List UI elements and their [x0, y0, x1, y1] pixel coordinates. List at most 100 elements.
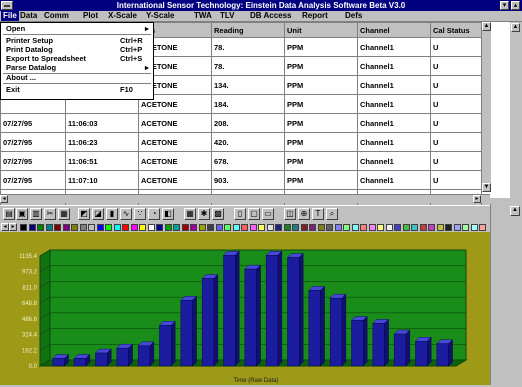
- scroll-up-button[interactable]: ▲: [482, 22, 491, 31]
- open-file-icon[interactable]: ▤: [3, 208, 15, 220]
- border-icon[interactable]: ▭: [262, 208, 274, 220]
- color-swatch[interactable]: [190, 224, 197, 231]
- color-swatch[interactable]: [173, 224, 180, 231]
- print-icon[interactable]: ▥: [30, 208, 42, 220]
- table-row[interactable]: 07/27/95 11:06:23 ACETONE 420. PPM Channel1 U: [0, 132, 482, 152]
- table-cell[interactable]: U: [430, 94, 482, 114]
- color-swatch[interactable]: [122, 224, 129, 231]
- pie-chart-icon[interactable]: ◔: [148, 208, 160, 220]
- table-cell[interactable]: U: [430, 132, 482, 152]
- table-cell[interactable]: 07/27/95: [0, 170, 66, 190]
- color-swatch[interactable]: [207, 224, 214, 231]
- table-cell[interactable]: 07/27/95: [0, 151, 66, 171]
- color-swatch[interactable]: [105, 224, 112, 231]
- color-swatch[interactable]: [309, 224, 316, 231]
- color-swatch[interactable]: [428, 224, 435, 231]
- bar-chart-icon[interactable]: ▮: [106, 208, 118, 220]
- color-swatch[interactable]: [20, 224, 27, 231]
- table-cell[interactable]: 11:06:23: [65, 132, 139, 152]
- color-swatch[interactable]: [479, 224, 486, 231]
- color-swatch[interactable]: [88, 224, 95, 231]
- chart-icon[interactable]: ◩: [78, 208, 90, 220]
- grid-horizontal-scrollbar[interactable]: ◂ ▸: [0, 194, 490, 203]
- scroll-down-button[interactable]: ▼: [482, 183, 491, 192]
- table-cell[interactable]: 78.: [211, 56, 285, 76]
- color-swatch[interactable]: [45, 224, 53, 231]
- color-swatch[interactable]: [394, 224, 401, 231]
- file-menu-item[interactable]: Exit F10: [2, 85, 152, 94]
- menu-defs[interactable]: Defs: [345, 11, 362, 21]
- table-cell[interactable]: 420.: [211, 132, 285, 152]
- color-swatch[interactable]: [292, 224, 299, 231]
- color-swatch[interactable]: [368, 224, 376, 231]
- title-icon[interactable]: ▯: [234, 208, 246, 220]
- color-swatch[interactable]: [385, 224, 393, 231]
- color-swatch[interactable]: [113, 224, 121, 231]
- maximize-button[interactable]: ▴: [511, 1, 520, 10]
- file-menu-item[interactable]: Export to Spreadsheet Ctrl+S: [2, 54, 152, 63]
- table-cell[interactable]: 78.: [211, 37, 285, 57]
- color-swatch[interactable]: [37, 224, 44, 231]
- menu-x-scale[interactable]: X-Scale: [108, 11, 137, 21]
- color-swatch[interactable]: [224, 224, 231, 231]
- file-menu-item[interactable]: Printer Setup Ctrl+R: [2, 36, 152, 45]
- menu-data[interactable]: Data: [20, 11, 37, 21]
- table-row[interactable]: 07/27/95 11:06:51 ACETONE 678. PPM Channel1 U: [0, 151, 482, 171]
- color-swatch[interactable]: [139, 224, 146, 231]
- color-swatch[interactable]: [258, 224, 265, 231]
- color-swatch[interactable]: [360, 224, 367, 231]
- table-cell[interactable]: 678.: [211, 151, 285, 171]
- color-swatch[interactable]: [164, 224, 172, 231]
- window-scroll-up-button[interactable]: ▲: [511, 23, 520, 32]
- table-cell[interactable]: Channel1: [357, 56, 431, 76]
- file-menu-item[interactable]: Open ▸: [2, 24, 152, 33]
- color-swatch[interactable]: [445, 224, 452, 231]
- save-icon[interactable]: ▣: [16, 208, 28, 220]
- table-cell[interactable]: Channel1: [357, 170, 431, 190]
- column-header[interactable]: Channel: [357, 22, 431, 38]
- table-cell[interactable]: PPM: [284, 151, 358, 171]
- scroll-left-button[interactable]: ◂: [0, 195, 8, 203]
- table-cell[interactable]: U: [430, 151, 482, 171]
- minimize-button[interactable]: ▾: [500, 1, 509, 10]
- table-cell[interactable]: 11:07:10: [65, 170, 139, 190]
- 3d-chart-icon[interactable]: ◧: [162, 208, 174, 220]
- table-cell[interactable]: ACETONE: [138, 170, 212, 190]
- file-menu-item[interactable]: Print Datalog Ctrl+P: [2, 45, 152, 54]
- table-cell[interactable]: ACETONE: [138, 132, 212, 152]
- cut-icon[interactable]: ✂: [44, 208, 56, 220]
- scroll-right-button[interactable]: ▸: [473, 195, 481, 203]
- table-cell[interactable]: U: [430, 56, 482, 76]
- table-cell[interactable]: U: [430, 37, 482, 57]
- color-swatch[interactable]: [334, 224, 342, 231]
- table-cell[interactable]: PPM: [284, 37, 358, 57]
- color-swatch[interactable]: [462, 224, 469, 231]
- color-swatch[interactable]: [377, 224, 384, 231]
- table-cell[interactable]: Channel1: [357, 113, 431, 133]
- table-cell[interactable]: PPM: [284, 75, 358, 95]
- area-chart-icon[interactable]: ◪: [92, 208, 104, 220]
- table-cell[interactable]: Channel1: [357, 75, 431, 95]
- table-cell[interactable]: PPM: [284, 170, 358, 190]
- table-cell[interactable]: U: [430, 170, 482, 190]
- color-swatch[interactable]: [71, 224, 78, 231]
- table-cell[interactable]: U: [430, 113, 482, 133]
- copy-icon[interactable]: ▦: [58, 208, 70, 220]
- table-cell[interactable]: 07/27/95: [0, 113, 66, 133]
- palette-left-button[interactable]: ◂: [1, 223, 9, 231]
- color-swatch[interactable]: [402, 224, 410, 231]
- color-swatch[interactable]: [241, 224, 248, 231]
- window-vertical-scrollbar[interactable]: ▲: [510, 22, 522, 198]
- table-cell[interactable]: PPM: [284, 132, 358, 152]
- color-swatch[interactable]: [326, 224, 333, 231]
- table-cell[interactable]: 184.: [211, 94, 285, 114]
- color-swatch[interactable]: [198, 224, 206, 231]
- color-swatch[interactable]: [147, 224, 155, 231]
- menu-db-access[interactable]: DB Access: [250, 11, 292, 21]
- color-swatch[interactable]: [343, 224, 350, 231]
- color-swatch[interactable]: [283, 224, 291, 231]
- table-cell[interactable]: Channel1: [357, 94, 431, 114]
- text-icon[interactable]: T: [312, 208, 324, 220]
- zoom-icon[interactable]: ⊕: [298, 208, 310, 220]
- color-swatch[interactable]: [436, 224, 444, 231]
